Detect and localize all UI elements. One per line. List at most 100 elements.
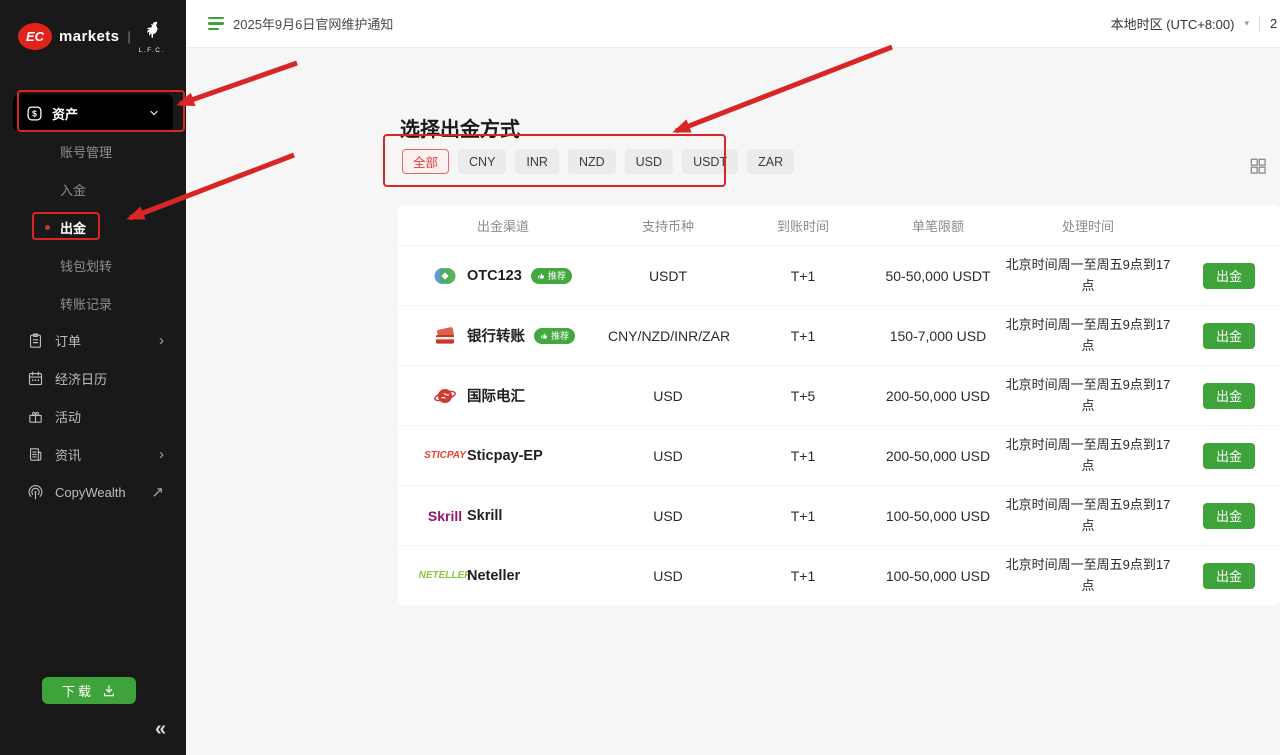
table-row: 国际电汇 USD T+5 200-50,000 USD 北京时间周一至周五9点到…: [398, 365, 1280, 425]
sidebar-item-account-management[interactable]: 账号管理: [0, 132, 186, 170]
download-button[interactable]: 下载: [42, 677, 136, 704]
withdraw-button[interactable]: 出金: [1203, 263, 1255, 289]
bank-icon: [432, 324, 458, 348]
supported-currency: CNY/NZD/INR/ZAR: [608, 328, 728, 344]
sidebar: EC markets | L.F.C. $ 资产 账号管理 入金 出金 钱包划转…: [0, 0, 186, 755]
channel-name: Skrill: [467, 508, 502, 524]
svg-text:$: $: [32, 108, 37, 118]
column-header: 处理时间: [998, 216, 1178, 235]
per-transaction-limit: 50-50,000 USDT: [878, 268, 998, 284]
topbar: 2025年9月6日官网维护通知 本地时区 (UTC+8:00) ▾ 2: [186, 0, 1280, 48]
announcement[interactable]: 2025年9月6日官网维护通知: [208, 14, 393, 33]
withdraw-button[interactable]: 出金: [1203, 563, 1255, 589]
brand-divider: |: [127, 29, 130, 44]
page-title: 选择出金方式: [400, 113, 520, 142]
processing-time: 北京时间周一至周五9点到17点: [1002, 315, 1174, 355]
table-header-row: 出金渠道 支持币种 到账时间 单笔限额 处理时间: [398, 205, 1280, 245]
submenu-label: 出金: [60, 218, 86, 237]
channel-name: Neteller: [467, 568, 520, 584]
supported-currency: USD: [608, 448, 728, 464]
sidebar-item-copywealth[interactable]: CopyWealth ↗: [0, 473, 186, 511]
news-icon: [27, 446, 44, 463]
main-content: 选择出金方式 全部 CNY INR NZD USD USDT ZAR 出金渠道 …: [186, 48, 1280, 755]
assets-submenu: 账号管理 入金 出金 钱包划转 转账记录: [0, 132, 186, 322]
menu-label: 资讯: [55, 445, 81, 464]
table-row: Skrill Skrill USD T+1 100-50,000 USD 北京时…: [398, 485, 1280, 545]
filter-chip-usdt[interactable]: USDT: [682, 149, 738, 174]
sidebar-item-orders[interactable]: 订单 ›: [0, 321, 186, 359]
liverbird-icon: [140, 20, 163, 46]
chevron-right-icon: ›: [159, 447, 164, 462]
processing-time: 北京时间周一至周五9点到17点: [1002, 375, 1174, 415]
sidebar-item-assets[interactable]: $ 资产: [13, 94, 173, 132]
sticpay-logo: STICPAY: [432, 444, 458, 468]
submenu-label: 入金: [60, 180, 86, 199]
sidebar-item-wallet-transfer[interactable]: 钱包划转: [0, 246, 186, 284]
thumbs-up-icon: [540, 332, 548, 340]
clock-partial: 2: [1270, 16, 1280, 31]
active-dot: [45, 225, 50, 230]
channel-cell: NETELLER Neteller: [398, 564, 608, 588]
channel-name: OTC123: [467, 268, 522, 284]
download-label: 下载: [62, 681, 94, 700]
filter-chip-usd[interactable]: USD: [625, 149, 673, 174]
lfc-label: L.F.C.: [139, 47, 165, 54]
withdraw-button[interactable]: 出金: [1203, 503, 1255, 529]
column-header: 出金渠道: [398, 216, 608, 235]
column-header: 支持币种: [608, 216, 728, 235]
announcement-text: 2025年9月6日官网维护通知: [233, 14, 393, 33]
menu-label: 订单: [55, 331, 81, 350]
table-row: NETELLER Neteller USD T+1 100-50,000 USD…: [398, 545, 1280, 605]
table-body: OTC123 推荐 USDT T+1 50-50,000 USDT 北京时间周一…: [398, 245, 1280, 605]
broadcast-icon: [27, 484, 44, 501]
sidebar-item-transfer-records[interactable]: 转账记录: [0, 284, 186, 322]
topbar-right: 本地时区 (UTC+8:00) ▾ 2: [1111, 14, 1280, 33]
filter-chip-cny[interactable]: CNY: [458, 149, 506, 174]
processing-time: 北京时间周一至周五9点到17点: [1002, 495, 1174, 535]
withdraw-methods-table: 出金渠道 支持币种 到账时间 单笔限额 处理时间 OTC123 推荐 USDT …: [398, 205, 1280, 605]
column-header: 单笔限额: [878, 216, 998, 235]
ec-logo-badge: EC: [18, 23, 52, 50]
menu-label: CopyWealth: [55, 485, 126, 500]
skrill-logo: Skrill: [432, 504, 458, 528]
menu-label: 经济日历: [55, 369, 107, 388]
lfc-logo: L.F.C.: [139, 20, 165, 54]
submenu-label: 钱包划转: [60, 256, 112, 275]
brand-name: markets: [59, 28, 119, 45]
timezone-selector[interactable]: 本地时区 (UTC+8:00): [1111, 14, 1235, 33]
announcement-lines-icon: [208, 17, 224, 31]
grid-view-icon[interactable]: [1248, 156, 1268, 176]
filter-chip-inr[interactable]: INR: [515, 149, 559, 174]
withdraw-button[interactable]: 出金: [1203, 383, 1255, 409]
withdraw-button[interactable]: 出金: [1203, 443, 1255, 469]
channel-cell: 银行转账 推荐: [398, 324, 608, 348]
collapse-sidebar-icon[interactable]: «: [155, 718, 166, 741]
sidebar-menu: 订单 › 经济日历 活动 资讯 › CopyWealth ↗: [0, 321, 186, 511]
sidebar-item-news[interactable]: 资讯 ›: [0, 435, 186, 473]
arrival-time: T+1: [728, 448, 878, 464]
otc-icon: [432, 264, 458, 288]
per-transaction-limit: 100-50,000 USD: [878, 508, 998, 524]
withdraw-button[interactable]: 出金: [1203, 323, 1255, 349]
sidebar-item-activities[interactable]: 活动: [0, 397, 186, 435]
table-row: OTC123 推荐 USDT T+1 50-50,000 USDT 北京时间周一…: [398, 245, 1280, 305]
arrival-time: T+5: [728, 388, 878, 404]
caret-down-icon: ▾: [1244, 18, 1249, 29]
filter-chip-zar[interactable]: ZAR: [747, 149, 794, 174]
submenu-label: 账号管理: [60, 142, 112, 161]
sidebar-item-deposit[interactable]: 入金: [0, 170, 186, 208]
menu-label: 活动: [55, 407, 81, 426]
processing-time: 北京时间周一至周五9点到17点: [1002, 555, 1174, 595]
sidebar-item-withdraw[interactable]: 出金: [0, 208, 186, 246]
clipboard-icon: [27, 332, 44, 349]
filter-chip-all[interactable]: 全部: [402, 149, 449, 174]
arrival-time: T+1: [728, 268, 878, 284]
sidebar-item-economic-calendar[interactable]: 经济日历: [0, 359, 186, 397]
channel-name: Sticpay-EP: [467, 448, 543, 464]
gift-icon: [27, 408, 44, 425]
recommended-badge: 推荐: [531, 268, 572, 284]
arrival-time: T+1: [728, 568, 878, 584]
table-row: STICPAY Sticpay-EP USD T+1 200-50,000 US…: [398, 425, 1280, 485]
filter-chip-nzd[interactable]: NZD: [568, 149, 616, 174]
per-transaction-limit: 150-7,000 USD: [878, 328, 998, 344]
